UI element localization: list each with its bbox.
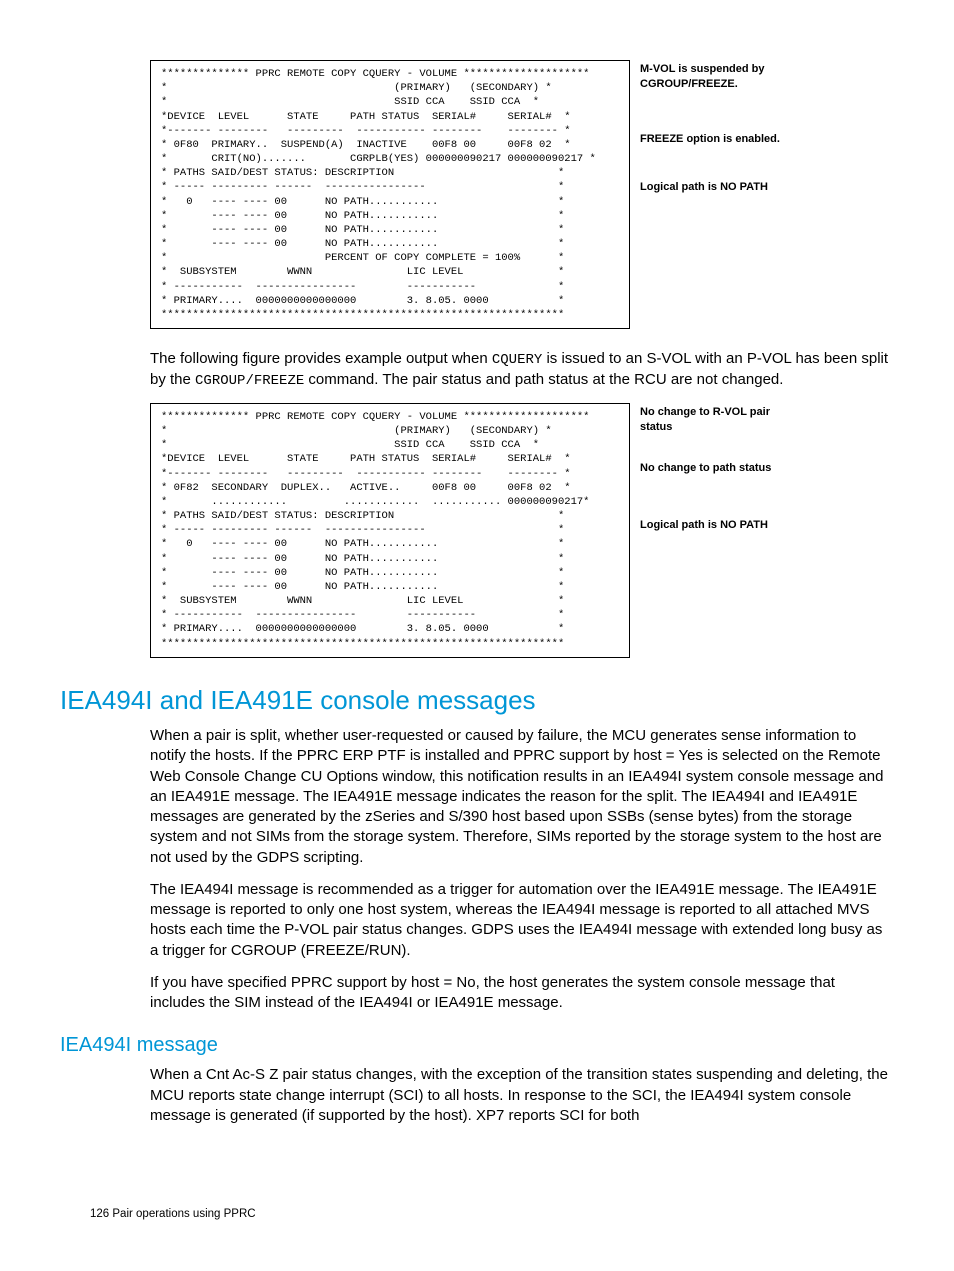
annotation-no-change-path: No change to path status	[640, 461, 800, 476]
page-footer: 126 Pair operations using PPRC	[60, 1206, 894, 1222]
figure-pvol-cquery: ************** PPRC REMOTE COPY CQUERY -…	[150, 60, 894, 329]
paragraph-console-3: If you have specified PPRC support by ho…	[150, 973, 894, 1014]
paragraph-console-1: When a pair is split, whether user-reque…	[150, 726, 894, 868]
heading-console-messages: IEA494I and IEA491E console messages	[60, 682, 894, 718]
terminal-output-1: ************** PPRC REMOTE COPY CQUERY -…	[150, 60, 630, 329]
figure-svol-cquery: ************** PPRC REMOTE COPY CQUERY -…	[150, 403, 894, 658]
paragraph-intro-svol: The following figure provides example ou…	[150, 349, 894, 391]
annotation-logical-path-2: Logical path is NO PATH	[640, 518, 800, 533]
paragraph-iea494i: When a Cnt Ac-S Z pair status changes, w…	[150, 1065, 894, 1126]
annotation-mvol-suspended: M-VOL is suspended by CGROUP/FREEZE.	[640, 62, 800, 93]
annotation-logical-path-1: Logical path is NO PATH	[640, 180, 800, 195]
paragraph-console-2: The IEA494I message is recommended as a …	[150, 880, 894, 961]
annotation-no-change-rvol: No change to R-VOL pair status	[640, 405, 800, 436]
heading-iea494i: IEA494I message	[60, 1031, 894, 1059]
terminal-output-2: ************** PPRC REMOTE COPY CQUERY -…	[150, 403, 630, 658]
annotation-freeze-enabled: FREEZE option is enabled.	[640, 132, 800, 147]
